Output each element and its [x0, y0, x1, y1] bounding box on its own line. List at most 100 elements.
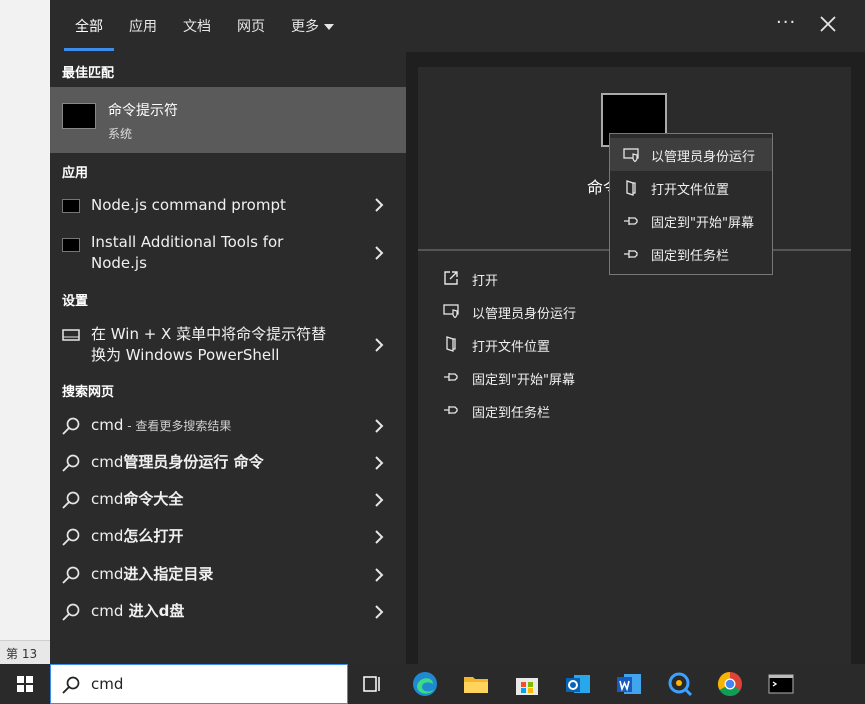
web-result-suffix: - 查看更多搜索结果: [123, 419, 232, 433]
best-match-item[interactable]: 命令提示符 系统: [50, 87, 406, 153]
folder-location-icon: [446, 336, 456, 352]
chevron-right-icon[interactable]: [372, 605, 386, 619]
action-pin-to-start-label: 固定到"开始"屏幕: [472, 373, 575, 388]
taskbar-search-box[interactable]: [50, 664, 348, 704]
settings-result-line2: 换为 Windows PowerShell: [91, 346, 280, 364]
search-icon: [62, 566, 80, 584]
app-result-nodejs-prompt[interactable]: Node.js command prompt: [50, 189, 406, 221]
tab-all[interactable]: 全部: [75, 16, 103, 38]
pin-icon: [624, 217, 638, 225]
web-result-term: cmd: [91, 453, 124, 471]
chevron-right-icon[interactable]: [372, 246, 386, 260]
context-pin-to-taskbar[interactable]: 固定到任务栏: [610, 237, 772, 270]
app-terminal-icon: [62, 238, 80, 252]
web-result-term: cmd: [91, 565, 124, 583]
web-result-term: cmd: [91, 416, 124, 434]
web-result-label: cmd怎么打开: [91, 526, 183, 547]
pin-icon: [444, 373, 458, 381]
search-icon: [62, 676, 80, 694]
chevron-right-icon[interactable]: [372, 493, 386, 507]
photos-icon[interactable]: [664, 668, 696, 700]
tab-documents[interactable]: 文档: [183, 16, 211, 38]
search-icon: [62, 491, 80, 509]
section-web: 搜索网页: [62, 385, 115, 400]
section-apps: 应用: [62, 166, 89, 181]
context-run-as-admin[interactable]: 以管理员身份运行: [610, 138, 772, 171]
close-icon[interactable]: [814, 10, 842, 38]
settings-result-winx[interactable]: 在 Win + X 菜单中将命令提示符替 换为 Windows PowerShe…: [50, 320, 406, 368]
context-open-file-location[interactable]: 打开文件位置: [610, 171, 772, 204]
outlook-icon[interactable]: [562, 668, 594, 700]
file-explorer-icon[interactable]: [460, 668, 492, 700]
tab-web[interactable]: 网页: [237, 16, 265, 38]
chevron-right-icon[interactable]: [372, 530, 386, 544]
chevron-right-icon[interactable]: [372, 198, 386, 212]
task-view-icon[interactable]: [356, 668, 388, 700]
terminal-icon[interactable]: [765, 668, 797, 700]
context-pin-to-taskbar-label: 固定到任务栏: [651, 249, 730, 264]
word-icon[interactable]: [613, 668, 645, 700]
chevron-right-icon[interactable]: [372, 419, 386, 433]
command-prompt-icon: [62, 103, 96, 129]
shield-icon: [623, 148, 639, 163]
taskbar: [0, 664, 865, 704]
tab-more[interactable]: 更多: [291, 16, 334, 38]
chevron-right-icon[interactable]: [372, 338, 386, 352]
taskbar-search-input[interactable]: [91, 675, 331, 693]
web-result-suggestion: 进入指定目录: [123, 565, 214, 583]
action-run-as-admin[interactable]: 以管理员身份运行: [440, 300, 740, 324]
context-menu: 以管理员身份运行 打开文件位置 固定到"开始"屏幕 固定到任务栏: [609, 133, 773, 275]
windows-start-icon[interactable]: [0, 664, 50, 704]
action-open-file-location[interactable]: 打开文件位置: [440, 333, 740, 357]
chevron-right-icon[interactable]: [372, 568, 386, 582]
monitor-icon: [62, 329, 80, 341]
search-icon: [62, 417, 80, 435]
web-result-term: cmd: [91, 602, 124, 620]
web-result[interactable]: cmd进入指定目录: [50, 561, 406, 589]
web-result-term: cmd: [91, 527, 124, 545]
context-pin-to-start[interactable]: 固定到"开始"屏幕: [610, 204, 772, 237]
web-result-label: cmd进入指定目录: [91, 564, 213, 585]
app-result-install-tools[interactable]: Install Additional Tools for Node.js: [50, 228, 406, 276]
action-open-label: 打开: [472, 274, 499, 289]
pin-icon: [624, 250, 638, 258]
chrome-icon[interactable]: [714, 668, 746, 700]
best-match-title: 命令提示符: [108, 103, 178, 119]
edge-icon[interactable]: [409, 668, 441, 700]
web-result[interactable]: cmd怎么打开: [50, 523, 406, 551]
search-icon: [62, 528, 80, 546]
context-open-file-location-label: 打开文件位置: [651, 183, 730, 198]
filter-tabs: 全部 应用 文档 网页 更多 ···: [50, 0, 865, 52]
action-pin-to-taskbar-label: 固定到任务栏: [472, 406, 551, 421]
document-status-bar: 第 13 页: [0, 640, 50, 678]
search-icon: [62, 603, 80, 621]
context-pin-to-start-label: 固定到"开始"屏幕: [651, 216, 754, 231]
web-result[interactable]: cmd - 查看更多搜索结果: [50, 412, 406, 440]
store-icon[interactable]: [511, 668, 543, 700]
search-panel: 全部 应用 文档 网页 更多 ··· 最佳匹配 命令提示符 系统 应用 Node…: [50, 0, 865, 664]
open-icon: [444, 271, 458, 285]
web-result[interactable]: cmd 进入d盘: [50, 598, 406, 626]
action-pin-to-start[interactable]: 固定到"开始"屏幕: [440, 366, 740, 390]
tab-more-label: 更多: [291, 19, 319, 35]
web-result[interactable]: cmd管理员身份运行 命令: [50, 449, 406, 477]
app-result-label: Node.js command prompt: [91, 196, 286, 214]
web-result-label: cmd - 查看更多搜索结果: [91, 415, 231, 437]
caret-down-icon: [324, 24, 334, 30]
web-result-label: cmd命令大全: [91, 489, 183, 510]
active-tab-indicator: [64, 48, 114, 51]
more-options-icon[interactable]: ···: [776, 12, 796, 33]
best-match-subtitle: 系统: [108, 127, 133, 141]
web-result[interactable]: cmd命令大全: [50, 486, 406, 514]
action-run-as-admin-label: 以管理员身份运行: [472, 307, 577, 322]
app-result-line1: Install Additional Tools for: [91, 233, 284, 251]
folder-location-icon: [626, 180, 636, 196]
action-pin-to-taskbar[interactable]: 固定到任务栏: [440, 399, 740, 423]
tab-apps[interactable]: 应用: [129, 16, 157, 38]
pin-icon: [444, 406, 458, 414]
chevron-right-icon[interactable]: [372, 456, 386, 470]
app-terminal-icon: [62, 199, 80, 213]
web-result-label: cmd管理员身份运行 命令: [91, 452, 264, 473]
web-result-label: cmd 进入d盘: [91, 601, 184, 622]
context-run-as-admin-label: 以管理员身份运行: [651, 150, 756, 165]
